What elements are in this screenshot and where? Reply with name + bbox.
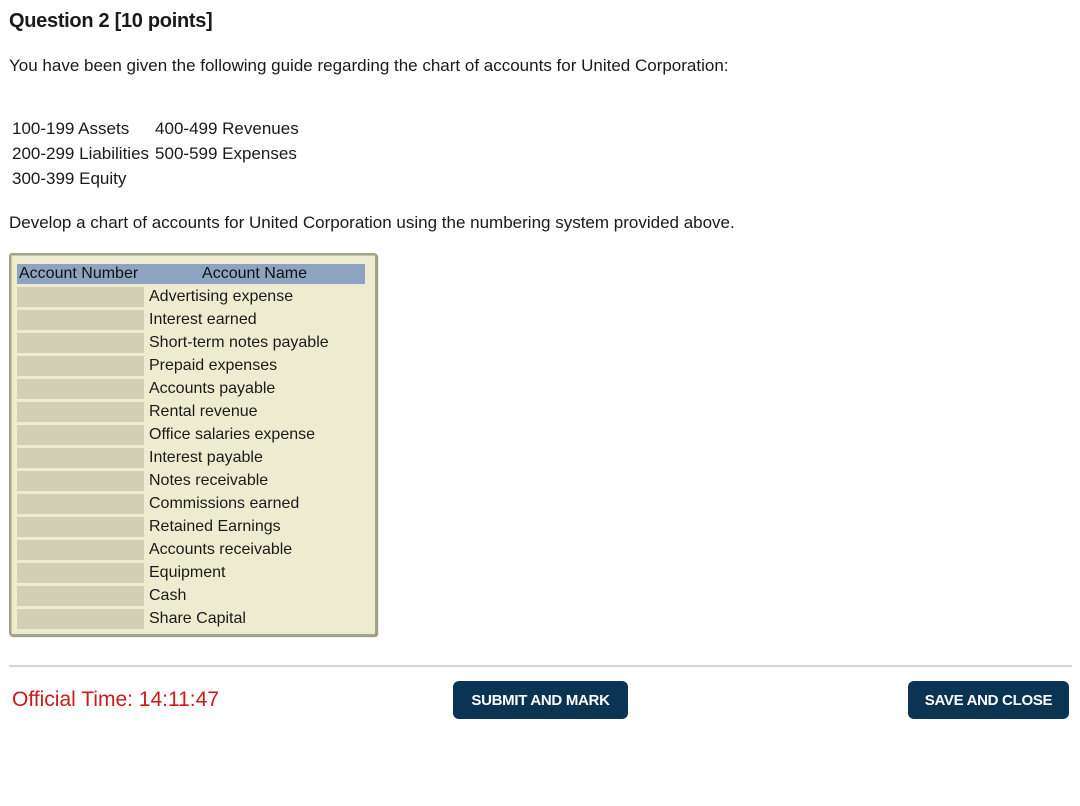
account-number-cell xyxy=(17,586,144,606)
footer-divider xyxy=(9,665,1072,667)
account-number-cell xyxy=(17,609,144,629)
table-row: Advertising expense xyxy=(17,287,365,307)
account-name: Office salaries expense xyxy=(149,426,316,443)
account-number-cell xyxy=(17,356,144,376)
account-name: Cash xyxy=(149,587,187,604)
question-title: Question 2 [10 points] xyxy=(9,10,213,32)
guide-expenses: 500-599 Expenses xyxy=(155,143,297,163)
account-number-cell xyxy=(17,287,144,307)
submit-and-mark-button[interactable]: SUBMIT AND MARK xyxy=(453,681,628,719)
table-row: Notes receivable xyxy=(17,471,365,491)
account-number-cell xyxy=(17,540,144,560)
question-instruction: Develop a chart of accounts for United C… xyxy=(9,213,735,232)
guide-liabilities: 200-299 Liabilities xyxy=(12,143,150,163)
account-number-input[interactable] xyxy=(17,517,144,536)
table-row: Share Capital xyxy=(17,609,365,629)
table-body: Advertising expense Interest earned Short-… xyxy=(17,287,365,629)
account-number-input[interactable] xyxy=(17,379,144,398)
account-number-input[interactable] xyxy=(17,540,144,559)
table-header-row: Account Number Account Name xyxy=(17,264,365,284)
account-name: Accounts payable xyxy=(149,380,276,397)
guide-empty xyxy=(152,166,302,191)
guide-assets: 100-199 Assets xyxy=(12,118,130,138)
account-name: Rental revenue xyxy=(149,403,258,420)
account-number-input[interactable] xyxy=(17,287,144,306)
guide-revenues: 400-499 Revenues xyxy=(155,118,299,138)
account-name: Short-term notes payable xyxy=(149,334,329,351)
table-row: Office salaries expense xyxy=(17,425,365,445)
guide-equity: 300-399 Equity xyxy=(12,168,127,188)
account-number-input[interactable] xyxy=(17,333,144,352)
table-row: Commissions earned xyxy=(17,494,365,514)
table-row: Cash xyxy=(17,586,365,606)
account-name: Advertising expense xyxy=(149,288,294,305)
account-number-cell xyxy=(17,333,144,353)
account-number-input[interactable] xyxy=(17,563,144,582)
guide-row: 200-299 Liabilities 500-599 Expenses xyxy=(9,141,302,166)
account-name: Retained Earnings xyxy=(149,518,281,535)
account-name: Share Capital xyxy=(149,610,246,627)
header-account-name: Account Name xyxy=(144,264,365,284)
account-number-cell xyxy=(17,517,144,537)
account-name: Interest payable xyxy=(149,449,263,466)
table-row: Equipment xyxy=(17,563,365,583)
account-number-input[interactable] xyxy=(17,425,144,444)
account-number-cell xyxy=(17,310,144,330)
account-name: Equipment xyxy=(149,564,226,581)
account-range-guide: 100-199 Assets 400-499 Revenues 200-299 … xyxy=(9,116,302,191)
table-row: Interest payable xyxy=(17,448,365,468)
save-and-close-button[interactable]: SAVE AND CLOSE xyxy=(908,681,1069,719)
account-number-input[interactable] xyxy=(17,609,144,628)
account-number-cell xyxy=(17,494,144,514)
table-row: Prepaid expenses xyxy=(17,356,365,376)
guide-row: 100-199 Assets 400-499 Revenues xyxy=(9,116,302,141)
account-number-cell xyxy=(17,471,144,491)
chart-of-accounts-table: Account Number Account Name Advertising … xyxy=(17,261,365,632)
official-time: Official Time: 14:11:47 xyxy=(12,688,219,711)
account-number-input[interactable] xyxy=(17,586,144,605)
account-number-input[interactable] xyxy=(17,494,144,513)
account-name: Commissions earned xyxy=(149,495,300,512)
question-intro: You have been given the following guide … xyxy=(9,56,729,75)
account-name: Interest earned xyxy=(149,311,257,328)
account-number-input[interactable] xyxy=(17,402,144,421)
account-name: Notes receivable xyxy=(149,472,269,489)
account-number-cell xyxy=(17,563,144,583)
guide-row: 300-399 Equity xyxy=(9,166,302,191)
account-number-cell xyxy=(17,425,144,445)
account-name: Prepaid expenses xyxy=(149,357,278,374)
table-row: Accounts receivable xyxy=(17,540,365,560)
table-row: Accounts payable xyxy=(17,379,365,399)
table-row: Rental revenue xyxy=(17,402,365,422)
account-number-cell xyxy=(17,379,144,399)
account-number-input[interactable] xyxy=(17,310,144,329)
table-row: Retained Earnings xyxy=(17,517,365,537)
account-number-input[interactable] xyxy=(17,356,144,375)
account-number-input[interactable] xyxy=(17,448,144,467)
table-row: Short-term notes payable xyxy=(17,333,365,353)
account-number-cell xyxy=(17,402,144,422)
chart-of-accounts-panel: Account Number Account Name Advertising … xyxy=(9,253,377,636)
account-number-input[interactable] xyxy=(17,471,144,490)
account-number-cell xyxy=(17,448,144,468)
header-account-number: Account Number xyxy=(17,264,144,284)
table-row: Interest earned xyxy=(17,310,365,330)
account-name: Accounts receivable xyxy=(149,541,293,558)
